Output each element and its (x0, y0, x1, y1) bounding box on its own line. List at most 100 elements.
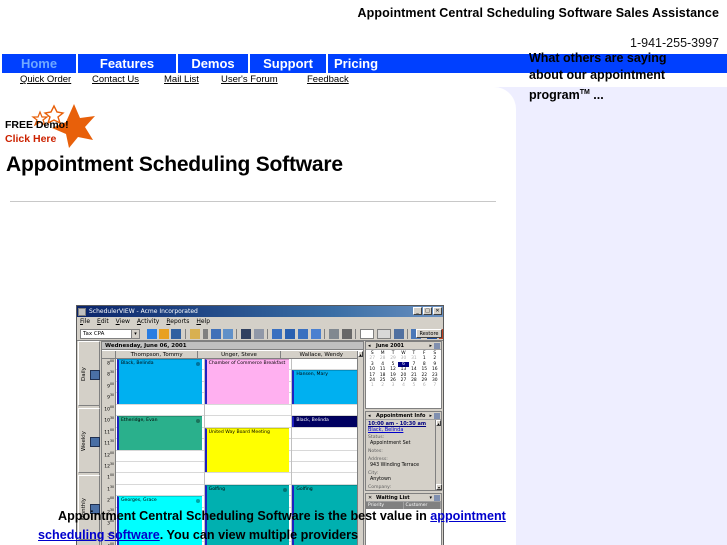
nav-item-features[interactable]: Features (76, 54, 176, 73)
mini-calendar-day[interactable]: 5 (409, 383, 419, 388)
toolbar-icon-3[interactable] (171, 329, 181, 339)
appointment-info-header[interactable]: ◂ Appointment Info ▸ (366, 412, 441, 420)
time-slot-row[interactable] (116, 473, 363, 485)
time-slot-row[interactable] (116, 405, 363, 417)
time-label: 1100 (104, 427, 114, 436)
page-title: Appointment Scheduling Software (6, 153, 343, 176)
mini-calendar-day[interactable]: 6 (419, 383, 429, 388)
calendar-pin-icon[interactable] (434, 343, 440, 349)
toolbar-icon-7[interactable] (254, 329, 264, 339)
mini-calendar-panel: ◂ June 2001 ▸ S M T W T F S 27 28 29 30 31 1 2 3 4 5 6 7 8 9… (365, 341, 442, 409)
appointment-block[interactable]: United Way Board Meeting (204, 427, 290, 473)
nav-item-demos[interactable]: Demos (176, 54, 248, 73)
mini-calendar-header[interactable]: ◂ June 2001 ▸ (366, 342, 441, 350)
waiting-list-pin-icon[interactable] (434, 495, 440, 501)
appt-next-icon[interactable]: ▸ (429, 412, 432, 419)
appointment-field-value: 943 Winding Terrace (370, 463, 420, 468)
menu-reports[interactable]: Reports (166, 318, 189, 325)
mini-calendar[interactable]: S M T W T F S 27 28 29 30 31 1 2 3 4 5 6 7 8 9 10 11 12 13 14 15 16… (366, 350, 441, 408)
provider-header[interactable]: Unger, Steve (198, 351, 281, 358)
view-tab-weekly[interactable]: Weekly (78, 408, 100, 473)
printer-icon[interactable] (342, 329, 352, 339)
toolbar-icon-1[interactable] (147, 329, 157, 339)
toolbar-profile-combo[interactable]: Tax CPA ▾ (80, 329, 140, 339)
scroll-up-button[interactable]: ▴ (358, 351, 363, 357)
appt-pin-icon[interactable] (434, 413, 440, 419)
toolbar-icon-6[interactable] (241, 329, 251, 339)
mini-calendar-day[interactable]: 7 (430, 383, 440, 388)
menu-edit[interactable]: Edit (97, 318, 109, 325)
appointment-block[interactable]: Etheridge, Evan (117, 416, 202, 450)
restore-button[interactable]: Restore (416, 329, 442, 338)
waiting-list-close-icon[interactable]: ✕ (368, 494, 372, 501)
waiting-list-header[interactable]: ✕ Waiting List ▾ (366, 494, 441, 502)
header-gutter (102, 351, 116, 358)
subnav-feedback[interactable]: Feedback (307, 73, 349, 86)
toolbar-icon-10[interactable] (298, 329, 308, 339)
toolbar-zoom-combo[interactable] (377, 329, 391, 339)
appointment-label: Golfing (208, 486, 226, 492)
paragraph-text-pre: Appointment Central Scheduling Software … (58, 509, 431, 523)
app-menubar[interactable]: File Edit View Activity Reports Help (77, 317, 443, 327)
waiting-list-menu-icon[interactable]: ▾ (429, 494, 432, 501)
menu-help[interactable]: Help (196, 318, 210, 325)
undo-icon[interactable] (394, 329, 404, 339)
click-here-link[interactable]: Click Here (5, 134, 56, 145)
provider-header[interactable]: Wallace, Wendy (281, 351, 363, 358)
chevron-down-icon[interactable]: ▾ (131, 330, 139, 338)
menu-view[interactable]: View (116, 318, 130, 325)
time-label: 1230 (104, 462, 114, 470)
mini-calendar-title: June 2001 (376, 343, 405, 349)
toolbar-icon-5[interactable] (223, 329, 233, 339)
toolbar-icon-4[interactable] (211, 329, 221, 339)
nav-item-home[interactable]: Home (0, 54, 76, 73)
nav-item-support[interactable]: Support (248, 54, 326, 73)
appointment-block[interactable]: Black, Belinda (292, 416, 363, 427)
appointment-block[interactable]: Chamber of Commerce Breakfast (204, 359, 290, 404)
subnav-quick-order[interactable]: Quick Order (20, 73, 71, 86)
appt-prev-icon[interactable]: ◂ (368, 412, 371, 419)
close-button[interactable]: ✕ (433, 307, 442, 315)
appt-scroll-up-button[interactable]: ▴ (436, 420, 441, 426)
time-label: 900 (107, 381, 114, 390)
next-month-icon[interactable]: ▸ (429, 342, 432, 349)
appointment-info-title: Appointment Info (376, 413, 426, 419)
toolbar-icon-12[interactable] (329, 329, 339, 339)
mini-calendar-week: 1234567 (367, 383, 440, 388)
menu-file[interactable]: File (80, 318, 90, 325)
toolbar-icon-open[interactable] (190, 329, 200, 339)
subnav-mail-list[interactable]: Mail List (164, 73, 199, 86)
appointment-block[interactable]: Hansen, Mary (292, 370, 363, 404)
toolbar-icon-9[interactable] (285, 329, 295, 339)
menu-activity[interactable]: Activity (137, 318, 159, 325)
appointment-info-scrollbar[interactable]: ▴ ▾ (435, 420, 442, 490)
toolbar-separator-6 (407, 329, 408, 339)
mini-calendar-day[interactable]: 4 (398, 383, 408, 388)
prev-month-icon[interactable]: ◂ (368, 342, 371, 349)
subnav-user-s-forum[interactable]: User's Forum (221, 73, 278, 86)
appointment-field-value: Anytown (370, 477, 391, 482)
nav-item-pricing[interactable]: Pricing (326, 54, 384, 73)
app-toolbar[interactable]: Tax CPA ▾ (77, 327, 443, 341)
view-tab-daily[interactable]: Daily (78, 341, 100, 406)
toolbar-icon-2[interactable] (159, 329, 169, 339)
mini-calendar-day[interactable]: 2 (377, 383, 387, 388)
maximize-button[interactable]: □ (423, 307, 432, 315)
mini-calendar-day[interactable]: 3 (388, 383, 398, 388)
toolbar-icon-11[interactable] (311, 329, 321, 339)
mini-calendar-day[interactable]: 1 (367, 383, 377, 388)
toolbar-icon-8[interactable] (272, 329, 282, 339)
window-controls[interactable]: _ □ ✕ (413, 307, 442, 315)
appointment-customer[interactable]: Black, Belinda (368, 427, 439, 433)
toolbar-zoom-field[interactable] (360, 329, 374, 339)
appointment-status-icon (195, 499, 200, 504)
appt-scroll-down-button[interactable]: ▾ (436, 484, 442, 490)
free-demo-badge[interactable]: FREE Demo! Click Here (2, 102, 102, 150)
minimize-button[interactable]: _ (413, 307, 422, 315)
time-label: 930 (107, 393, 114, 401)
subnav-contact-us[interactable]: Contact Us (92, 73, 139, 86)
appointment-block[interactable]: Black, Belinda (117, 359, 202, 404)
toolbar-icon-dropdown[interactable] (203, 329, 208, 339)
provider-header[interactable]: Thompson, Tommy (116, 351, 199, 358)
view-tab-label: Daily (81, 367, 87, 382)
